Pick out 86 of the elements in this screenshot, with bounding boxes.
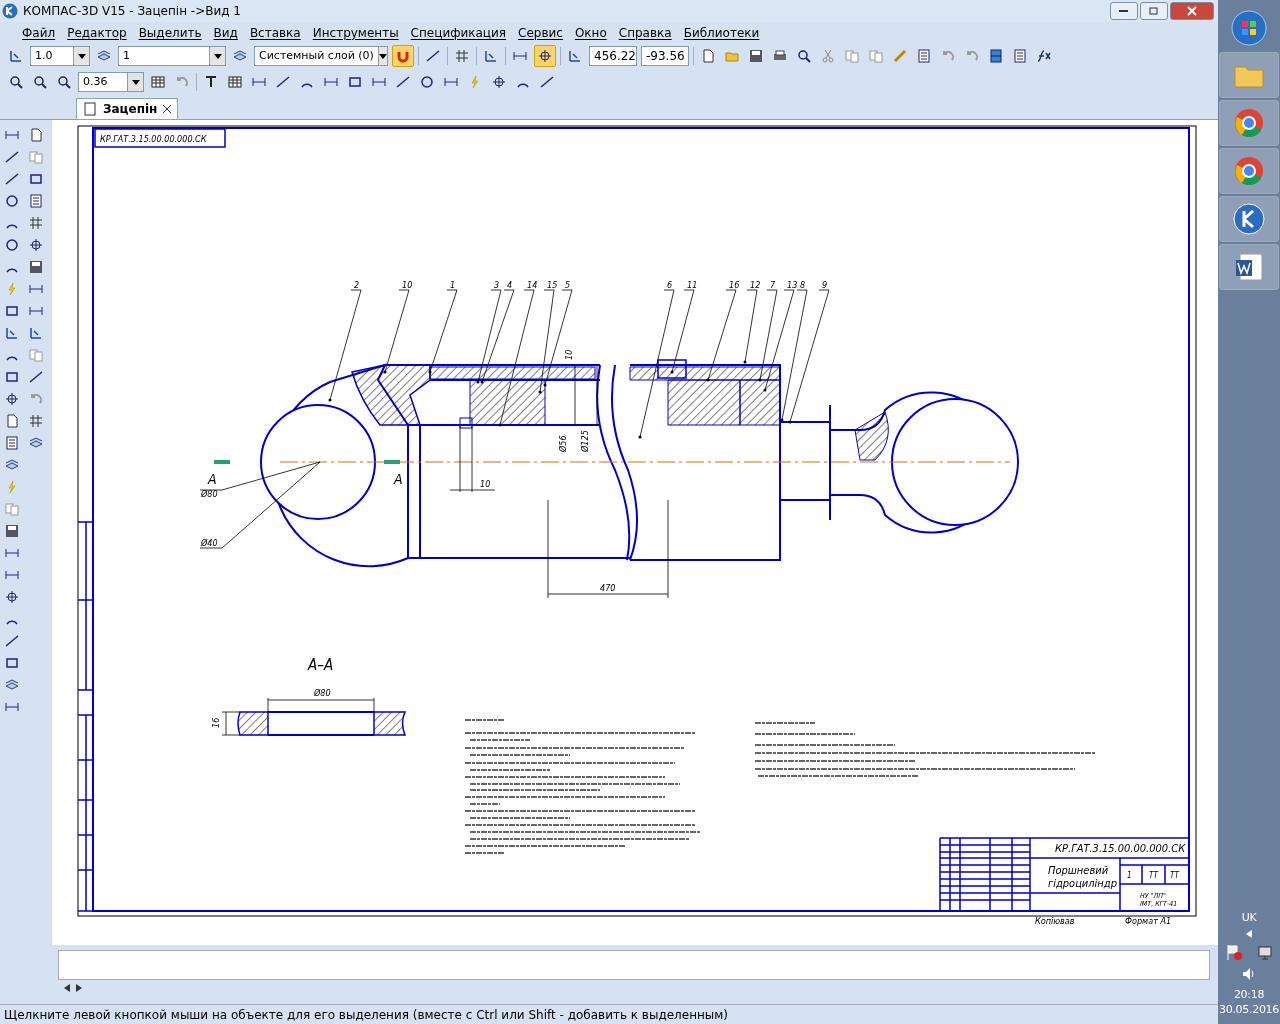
dimension-text: Ø56 [558,435,568,453]
menu-item[interactable]: Справка [612,25,678,40]
dimension-text: Ø80 [314,688,331,699]
scroll-left-icon[interactable] [64,984,70,993]
dimension-text: 470 [600,583,616,594]
drawing-designation: КР.ГАТ.3.15.00.00.000.СК [1055,842,1186,856]
document-icon [83,102,97,117]
menu-item[interactable]: Окно [568,25,613,40]
crosshair-icon[interactable] [534,45,556,68]
close-button[interactable] [1170,1,1214,20]
copied-label: Копіював [1035,916,1075,927]
y-coordinate-field[interactable]: -93.56 [641,46,689,67]
callout-number: 15 [547,280,558,291]
dropdown-field[interactable]: 0.36 [78,72,144,93]
menu-item[interactable]: Сервис [512,25,569,40]
callout-number: 6 [667,280,673,291]
callout-number: 13 [787,280,798,291]
document-app-icon[interactable] [1219,244,1279,290]
menu-item[interactable]: Инструменты [306,25,405,40]
triangle-left-icon[interactable] [1246,930,1252,938]
dropdown-arrow-icon[interactable] [131,79,140,85]
callout-number: 7 [770,280,776,291]
callout-number: 4 [507,280,513,291]
menu-item[interactable]: Вид [207,25,244,40]
dimension-text: Ø80 [201,489,218,500]
restore-icon [1149,6,1159,16]
menu-item[interactable]: Выделить [132,25,208,40]
menu-item[interactable]: Библиотеки [677,25,766,40]
status-text: Щелкните левой кнопкой мыши на объекте для его выделения (вместе с Ctrl или Shift - добавить к выделенным) [4,1007,729,1022]
cad-app-icon[interactable] [1219,196,1279,242]
dimension-text: 10 [564,349,574,361]
speaker-icon[interactable] [1241,966,1257,982]
section-mark [384,460,400,465]
menu-item[interactable]: Вставка [243,25,307,40]
window-title: КОМПАС-3D V15 - Зацепін ->Вид 1 [23,3,241,18]
dropdown-arrow-icon[interactable] [77,53,86,59]
document-tab[interactable]: Зацепін [76,98,179,120]
menu-item[interactable]: Файл [16,25,62,40]
dimension-text: Ø125 [580,430,590,453]
browser-icon[interactable] [1219,100,1279,146]
section-mark [214,460,230,465]
magnet-icon[interactable] [392,45,414,68]
callout-number: 5 [565,280,571,291]
callout-number: 11 [687,280,698,291]
callout-number: 2 [354,280,360,291]
callout-number: 12 [750,280,761,291]
section-letter: А [394,471,403,488]
minimize-button[interactable] [1110,1,1138,20]
callout-number: 9 [822,280,828,291]
callout-number: 14 [527,280,538,291]
language-indicator[interactable]: UK [1241,911,1257,924]
drawing-name: гідроциліндр [1048,877,1117,891]
title-block-letter: ТТ [1149,871,1158,881]
dimension-line [449,424,496,493]
section-title: А–А [308,656,334,675]
dimension-text: Ø40 [201,538,218,549]
stamp-text: КР.ГАТ.3.15.00.00.000.СК [100,134,207,145]
clock-time: 20:18 [1233,988,1265,1001]
dropdown-arrow-icon[interactable] [378,53,387,59]
browser-icon[interactable] [1219,148,1279,194]
title-block-letter: 1 [1127,871,1132,881]
dropdown-field[interactable]: 1 [118,46,226,67]
dropdown-field[interactable]: 1.0 [30,46,90,67]
monitor-icon[interactable] [1256,944,1272,960]
drawing-name: Поршневий [1048,864,1109,878]
dimension-text: 10 [480,479,491,490]
callout-number: 8 [800,280,806,291]
section-letter: А [208,471,217,488]
callout-number: 1 [450,280,456,291]
dimension-text: 16 [211,717,221,729]
clock-date: 30.05.2016 [1219,1003,1279,1016]
dropdown-field[interactable]: Системный слой (0) [254,46,388,67]
x-coordinate-field[interactable]: 456.22 [589,46,637,67]
app-logo-icon [2,2,18,19]
menu-item[interactable]: Редактор [61,25,133,40]
flag-icon[interactable] [1226,944,1242,960]
callout-number: 10 [402,280,413,291]
callout-number: 3 [494,280,500,291]
close-icon[interactable] [163,105,172,114]
menu-item[interactable]: Спецификация [404,25,513,40]
scroll-right-icon[interactable] [76,984,82,993]
format-label: Формат А1 [1125,916,1172,927]
callout-number: 16 [729,280,740,291]
close-icon [1187,5,1197,16]
dropdown-arrow-icon[interactable] [213,53,222,59]
title-block-letter: ТТ [1170,871,1179,881]
